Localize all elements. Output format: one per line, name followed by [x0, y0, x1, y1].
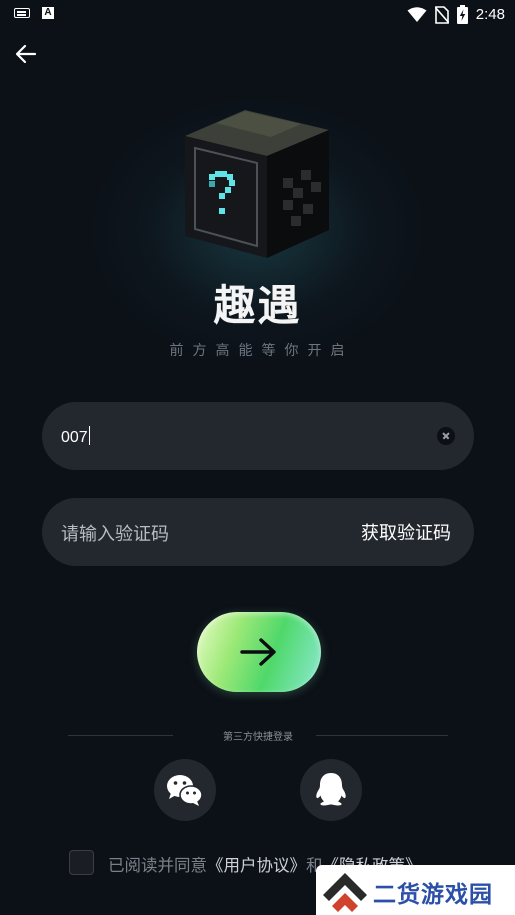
agree-checkbox[interactable] — [69, 850, 94, 875]
qq-login-button[interactable] — [300, 759, 362, 821]
clear-icon[interactable] — [437, 427, 455, 445]
text-caret — [88, 426, 91, 445]
mystery-box-icon — [185, 110, 329, 258]
status-time: 2:48 — [475, 6, 505, 23]
user-agreement-link[interactable]: 《用户协议》 — [207, 856, 306, 875]
verification-code-placeholder: 请输入验证码 — [61, 524, 169, 545]
app-name: 趣遇 — [213, 281, 302, 330]
arrow-right-icon — [240, 638, 276, 666]
submit-button[interactable] — [197, 612, 321, 692]
font-icon: A — [42, 7, 54, 19]
wechat-login-button[interactable] — [154, 759, 216, 821]
get-code-button[interactable]: 获取验证码 — [361, 519, 451, 545]
keyboard-icon — [14, 8, 30, 18]
agreement-prefix: 已阅读并同意 — [108, 856, 207, 875]
qq-penguin-icon — [316, 773, 346, 806]
back-button[interactable] — [12, 40, 40, 68]
watermark-text: 二货游戏园 — [373, 882, 493, 908]
phone-input[interactable]: 007 — [42, 402, 474, 470]
divider-line-right — [316, 735, 448, 736]
watermark: 二货游戏园 — [316, 865, 515, 915]
wifi-icon — [407, 6, 427, 22]
third-party-divider: 第三方快捷登录 — [68, 727, 448, 743]
wechat-icon — [167, 775, 203, 806]
double-chevron-up-icon — [323, 873, 367, 912]
app-slogan: 前方高能等你开启 — [169, 343, 354, 359]
app-logo — [183, 108, 335, 260]
verification-code-input[interactable]: 请输入验证码 获取验证码 — [42, 498, 474, 566]
status-bar: A 2:48 — [0, 0, 515, 30]
phone-input-value: 007 — [61, 429, 88, 446]
phone-input-text-wrap: 007 — [61, 426, 91, 447]
arrow-left-icon — [15, 44, 37, 64]
no-sim-icon — [434, 5, 449, 24]
battery-charging-icon — [456, 5, 468, 24]
